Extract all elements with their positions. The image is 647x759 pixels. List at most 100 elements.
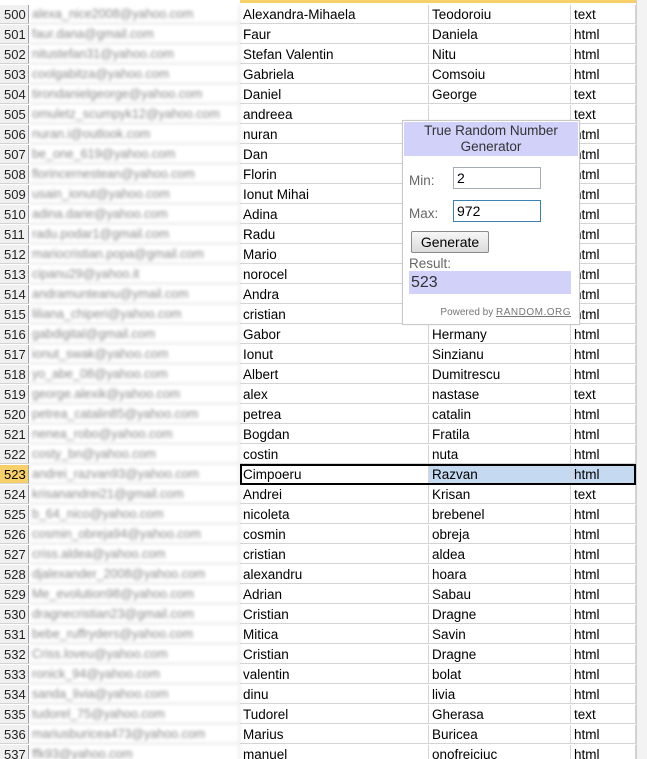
email-cell[interactable]: cipanu29@yahoo.it — [29, 265, 240, 284]
email-cell[interactable]: alexa_nice2008@yahoo.com — [29, 5, 240, 24]
row-header[interactable]: 533 — [0, 665, 29, 684]
format-cell[interactable]: html — [571, 245, 636, 264]
format-cell[interactable]: html — [571, 605, 636, 624]
format-cell[interactable]: html — [571, 305, 636, 324]
format-cell[interactable]: html — [571, 285, 636, 304]
format-cell[interactable]: html — [571, 445, 636, 464]
row-header[interactable]: 502 — [0, 45, 29, 64]
first-name-cell[interactable]: Gabor — [240, 325, 429, 344]
row-header[interactable]: 528 — [0, 565, 29, 584]
row-header[interactable]: 534 — [0, 685, 29, 704]
first-name-cell[interactable]: Daniel — [240, 85, 429, 104]
last-name-cell[interactable]: Nitu — [429, 45, 571, 64]
email-cell[interactable]: nenea_robo@yahoo.com — [29, 425, 240, 444]
row-header[interactable]: 525 — [0, 505, 29, 524]
first-name-cell[interactable]: costin — [240, 445, 429, 464]
email-cell[interactable]: dragnecristian23@gmail.com — [29, 605, 240, 624]
row-header[interactable]: 511 — [0, 225, 29, 244]
email-cell[interactable]: bebe_ruffryders@yahoo.com — [29, 625, 240, 644]
format-cell[interactable]: html — [571, 225, 636, 244]
email-cell[interactable]: yo_abe_08@yahoo.com — [29, 365, 240, 384]
row-header[interactable]: 506 — [0, 125, 29, 144]
email-cell[interactable]: mariusburicea473@yahoo.com — [29, 725, 240, 744]
row-header[interactable]: 537 — [0, 745, 29, 759]
first-name-cell[interactable]: Florin — [240, 165, 429, 184]
email-cell[interactable]: cosmin_obreja94@yahoo.com — [29, 525, 240, 544]
format-cell[interactable]: html — [571, 165, 636, 184]
row-header[interactable]: 505 — [0, 105, 29, 124]
email-cell[interactable]: ronick_94@yahoo.com — [29, 665, 240, 684]
first-name-cell[interactable]: Bogdan — [240, 425, 429, 444]
first-name-cell[interactable]: Andrei — [240, 485, 429, 504]
first-name-cell[interactable]: Marius — [240, 725, 429, 744]
email-cell[interactable]: faur.dana@gmail.com — [29, 25, 240, 44]
format-cell[interactable]: text — [571, 5, 636, 24]
last-name-cell[interactable]: Comsoiu — [429, 65, 571, 84]
email-cell[interactable]: ffk93@yahoo.com — [29, 745, 240, 759]
email-cell[interactable]: coolgabitza@yahoo.com — [29, 65, 240, 84]
format-cell[interactable]: html — [571, 265, 636, 284]
first-name-cell[interactable]: Faur — [240, 25, 429, 44]
row-header[interactable]: 514 — [0, 285, 29, 304]
email-cell[interactable]: sanda_livia@yahoo.com — [29, 685, 240, 704]
row-header[interactable]: 513 — [0, 265, 29, 284]
row-header[interactable]: 503 — [0, 65, 29, 84]
first-name-cell[interactable]: petrea — [240, 405, 429, 424]
first-name-cell[interactable]: Ionut Mihai — [240, 185, 429, 204]
row-header[interactable]: 531 — [0, 625, 29, 644]
format-cell[interactable]: html — [571, 745, 636, 759]
first-name-cell[interactable]: manuel — [240, 745, 429, 759]
row-header[interactable]: 527 — [0, 545, 29, 564]
generate-button[interactable]: Generate — [411, 231, 489, 253]
email-cell[interactable]: nuran.i@outlook.com — [29, 125, 240, 144]
last-name-cell[interactable]: nuta — [429, 445, 571, 464]
first-name-cell[interactable]: Cristian — [240, 605, 429, 624]
row-header[interactable]: 510 — [0, 205, 29, 224]
last-name-cell[interactable]: Dragne — [429, 645, 571, 664]
format-cell[interactable]: html — [571, 25, 636, 44]
format-cell[interactable]: text — [571, 85, 636, 104]
row-header[interactable]: 512 — [0, 245, 29, 264]
format-cell[interactable]: html — [571, 65, 636, 84]
last-name-cell[interactable]: nastase — [429, 385, 571, 404]
row-header[interactable]: 507 — [0, 145, 29, 164]
row-header[interactable]: 530 — [0, 605, 29, 624]
email-cell[interactable]: omuletz_scumpyk12@yahoo.com — [29, 105, 240, 124]
row-header[interactable]: 521 — [0, 425, 29, 444]
row-header[interactable]: 500 — [0, 5, 29, 24]
last-name-cell[interactable]: obreja — [429, 525, 571, 544]
format-cell[interactable]: html — [571, 505, 636, 524]
email-cell[interactable]: tirondanielgeorge@yahoo.com — [29, 85, 240, 104]
last-name-cell[interactable]: Hermany — [429, 325, 571, 344]
format-cell[interactable]: html — [571, 625, 636, 644]
first-name-cell[interactable]: Adrian — [240, 585, 429, 604]
last-name-cell[interactable]: Gherasa — [429, 705, 571, 724]
first-name-cell[interactable]: norocel — [240, 265, 429, 284]
first-name-cell[interactable]: Gabriela — [240, 65, 429, 84]
email-cell[interactable]: criss.aldea@yahoo.com — [29, 545, 240, 564]
row-header[interactable]: 509 — [0, 185, 29, 204]
format-cell[interactable]: text — [571, 385, 636, 404]
vertical-scrollbar[interactable] — [636, 0, 647, 759]
email-cell[interactable]: tudorel_75@yahoo.com — [29, 705, 240, 724]
last-name-cell[interactable]: Fratila — [429, 425, 571, 444]
row-header[interactable]: 526 — [0, 525, 29, 544]
first-name-cell[interactable]: nuran — [240, 125, 429, 144]
format-cell[interactable]: html — [571, 425, 636, 444]
email-cell[interactable]: andrei_razvan93@yahoo.com — [29, 465, 240, 484]
format-cell[interactable]: html — [571, 185, 636, 204]
email-cell[interactable]: usain_ionut@yahoo.com — [29, 185, 240, 204]
row-header[interactable]: 517 — [0, 345, 29, 364]
first-name-cell[interactable]: cosmin — [240, 525, 429, 544]
email-cell[interactable]: costy_bn@yahoo.com — [29, 445, 240, 464]
last-name-cell[interactable]: Savin — [429, 625, 571, 644]
email-cell[interactable]: nitustefan31@yahoo.com — [29, 45, 240, 64]
last-name-cell[interactable]: bolat — [429, 665, 571, 684]
row-header[interactable]: 501 — [0, 25, 29, 44]
format-cell[interactable]: html — [571, 665, 636, 684]
email-cell[interactable]: be_one_619@yahoo.com — [29, 145, 240, 164]
last-name-cell[interactable]: Sinzianu — [429, 345, 571, 364]
format-cell[interactable]: html — [571, 545, 636, 564]
first-name-cell[interactable]: Mario — [240, 245, 429, 264]
row-header[interactable]: 518 — [0, 365, 29, 384]
